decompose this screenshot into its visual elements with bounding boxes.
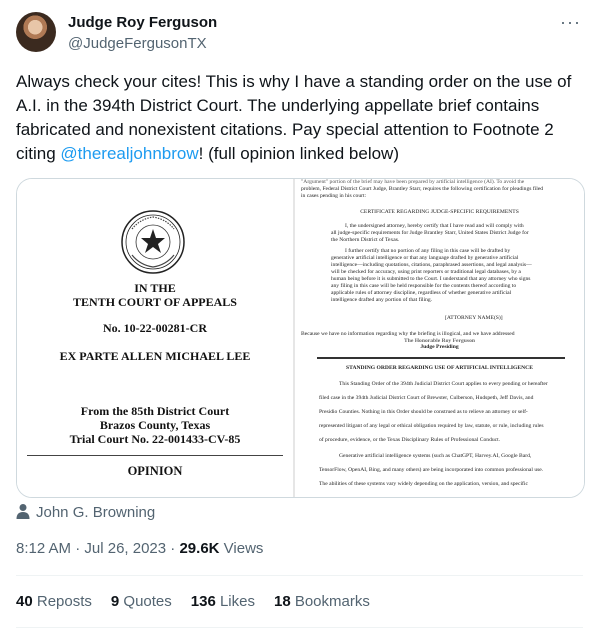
page-line: Because we have no information regarding… <box>301 331 515 337</box>
page-line: of procedure, evidence, or the Texas Dis… <box>319 437 501 443</box>
standing-order-title: STANDING ORDER REGARDING USE OF ARTIFICI… <box>346 365 533 371</box>
quotes-label: Quotes <box>119 593 172 610</box>
page-line: represented litigant of any legal or eth… <box>319 423 544 429</box>
avatar[interactable] <box>16 12 56 52</box>
page-line: applicable rules of attorney discipline,… <box>331 290 512 296</box>
bookmarks-label: Bookmarks <box>290 593 370 610</box>
page-line: intelligence drafted any portion of that… <box>331 297 433 303</box>
reposts-count: 40 <box>16 593 33 610</box>
author-name[interactable]: Judge Roy Ferguson <box>68 14 217 31</box>
texas-seal-icon <box>121 210 185 274</box>
divider <box>16 575 583 576</box>
page-line: generative artificial intelligence or th… <box>331 255 519 261</box>
tweet-image[interactable]: IN THE TENTH COURT OF APPEALS No. 10-22-… <box>16 178 585 498</box>
judge-presiding: Judge Presiding <box>420 344 459 350</box>
views-label: Views <box>219 540 264 557</box>
tweet-meta: 8:12 AM · Jul 26, 2023 · 29.6K Views <box>16 540 263 557</box>
author-handle[interactable]: @JudgeFergusonTX <box>68 35 207 52</box>
photo-credit-name: John G. Browning <box>36 504 156 521</box>
quotes-stat[interactable]: 9 Quotes <box>111 593 172 610</box>
meta-separator: · <box>71 540 85 557</box>
case-name: EX PARTE ALLEN MICHAEL LEE <box>59 349 251 363</box>
cover-heading-2: TENTH COURT OF APPEALS <box>73 295 237 309</box>
page-line: will be checked for accuracy, using prin… <box>331 269 521 275</box>
page-line: problem, Federal District Court Judge, B… <box>301 186 544 192</box>
page-line: any filing in this case will be held res… <box>331 283 517 289</box>
page-line: "Argument" portion of the brief may have… <box>301 179 525 185</box>
page-line: The abilities of these systems vary wide… <box>319 481 528 487</box>
attorney-name-line: [ATTORNEY NAME(S)] <box>445 315 503 321</box>
person-icon <box>16 504 30 519</box>
reposts-stat[interactable]: 40 Reposts <box>16 593 92 610</box>
from-court-3: Trial Court No. 22-001433-CV-85 <box>69 432 241 446</box>
tweet-text-after: ! (full opinion linked below) <box>198 144 399 163</box>
bookmarks-stat[interactable]: 18 Bookmarks <box>274 593 370 610</box>
tweet-date[interactable]: Jul 26, 2023 <box>84 540 166 557</box>
page-line: Generative artificial intelligence syste… <box>339 453 532 459</box>
page-line: TensorFlow, OpenAI, Bing, and many other… <box>319 467 544 473</box>
cover-rule <box>27 455 283 456</box>
opinion-inner-page: "Argument" portion of the brief may have… <box>295 179 584 497</box>
page-line: Presidio Counties. Nothing in this Order… <box>319 409 528 415</box>
page-line: This Standing Order of the 394th Judicia… <box>339 381 548 387</box>
likes-count: 136 <box>190 593 216 610</box>
opinion-cover-page: IN THE TENTH COURT OF APPEALS No. 10-22-… <box>17 179 293 497</box>
photo-credit[interactable]: John G. Browning <box>16 503 155 521</box>
page-line: intelligence—including quotations, citat… <box>331 262 532 268</box>
order-rule <box>317 357 565 359</box>
cover-heading-1: IN THE <box>134 281 176 295</box>
mention-link[interactable]: @therealjohnbrow <box>60 144 198 163</box>
more-icon[interactable]: ··· <box>560 12 581 33</box>
tweet-text: Always check your cites! This is why I h… <box>16 70 584 166</box>
divider <box>16 627 583 628</box>
likes-stat[interactable]: 136 Likes <box>191 593 255 610</box>
likes-label: Likes <box>215 593 255 610</box>
bookmarks-count: 18 <box>273 593 291 610</box>
page-line: the Northern District of Texas. <box>331 237 400 243</box>
engagement-stats: 40 Reposts 9 Quotes 136 Likes 18 Bookmarks <box>16 593 389 610</box>
views-count: 29.6K <box>179 540 220 557</box>
page-line: all judge-specific requirements for Judg… <box>331 230 529 236</box>
from-court-1: From the 85th District Court <box>80 404 230 418</box>
from-court-2: Brazos County, Texas <box>99 418 211 432</box>
page-line: human being before it is submitted to th… <box>331 276 531 282</box>
certificate-title: CERTIFICATE REGARDING JUDGE-SPECIFIC REQ… <box>360 209 519 215</box>
case-number: No. 10-22-00281-CR <box>103 321 207 335</box>
reposts-label: Reposts <box>32 593 92 610</box>
page-line: in cases pending in his court: <box>301 193 367 199</box>
quotes-count: 9 <box>110 593 120 610</box>
page-line: filed case in the 394th Judicial Distric… <box>319 395 534 401</box>
page-line: I, the undersigned attorney, hereby cert… <box>345 223 524 229</box>
tweet-time[interactable]: 8:12 AM <box>16 540 71 557</box>
meta-separator: · <box>166 540 180 557</box>
page-line: I further certify that no portion of any… <box>345 248 511 254</box>
opinion-label: OPINION <box>127 464 183 478</box>
